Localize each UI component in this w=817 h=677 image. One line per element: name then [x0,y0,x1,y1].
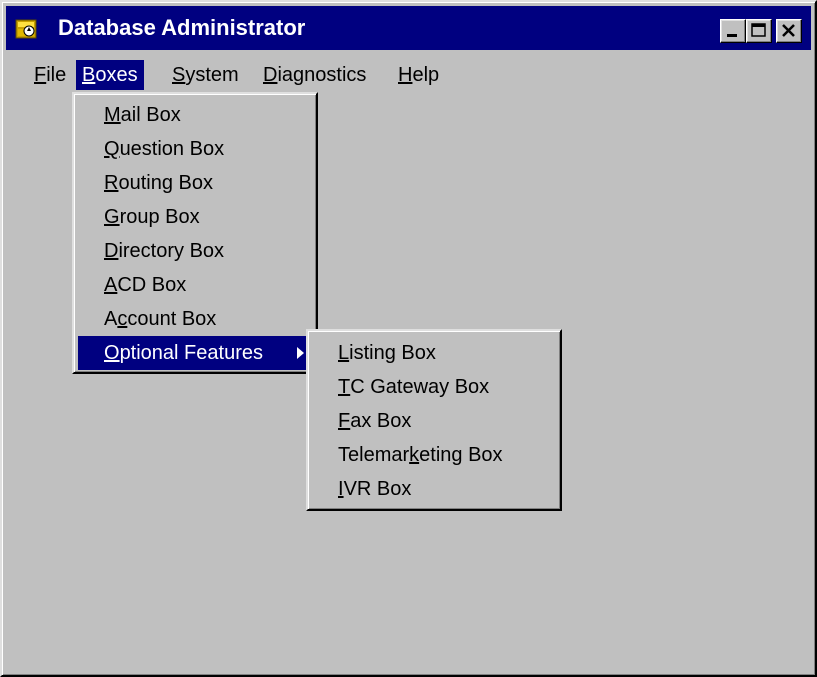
minimize-icon [727,34,737,37]
menu-item-label-post: eting Box [419,444,503,466]
menu-bar: File Boxes System Diagnostics Help [6,58,811,92]
menu-item-label: Group Box [104,200,200,234]
menu-item-account-box[interactable]: Account Box [78,302,312,336]
menu-item-label-post: isting Box [349,342,436,364]
menu-item-mail-box[interactable]: Mail Box [78,98,312,132]
menu-system-label: ystem [185,64,239,86]
menu-item-label-post: VR Box [343,478,412,500]
menu-help-label: elp [412,64,440,86]
menu-item-label: Directory Box [104,234,224,268]
menu-item-accel: D [104,240,119,262]
menu-item-listing-box[interactable]: Listing Box [312,336,556,370]
menu-item-accel: R [104,172,119,194]
menu-item-label: Optional Features [104,336,263,370]
menu-boxes[interactable]: Boxes [76,60,144,90]
maximize-icon [751,23,766,37]
close-icon [782,24,795,37]
menu-item-label: Account Box [104,302,216,336]
window-title: Database Administrator [58,15,306,40]
menu-item-label-post: roup Box [119,206,200,228]
menu-item-accel: c [117,308,128,330]
menu-item-optional-features[interactable]: Optional Features [78,336,312,370]
menu-item-accel: F [338,410,351,432]
menu-item-accel: L [338,342,350,364]
menu-item-tc-gateway-box[interactable]: TC Gateway Box [312,370,556,404]
menu-item-accel: T [338,376,351,398]
menu-boxes-accel: B [82,64,96,86]
menu-item-label: Fax Box [338,404,411,438]
menu-item-question-box[interactable]: Question Box [78,132,312,166]
menu-item-routing-box[interactable]: Routing Box [78,166,312,200]
database-admin-icon [15,19,37,39]
boxes-dropdown-menu: Mail Box Question Box Routing Box Group … [72,92,318,374]
submenu-arrow-icon [297,347,304,359]
menu-diagnostics[interactable]: Diagnostics [257,60,372,90]
menu-item-accel: Q [104,138,120,160]
menu-system[interactable]: System [166,60,245,90]
menu-item-acd-box[interactable]: ACD Box [78,268,312,302]
menu-item-label-post: CD Box [117,274,187,296]
menu-item-group-box[interactable]: Group Box [78,200,312,234]
menu-item-accel: A [104,274,118,296]
menu-item-label-post: ail Box [120,104,181,126]
menu-item-label: Question Box [104,132,224,166]
menu-item-accel: O [104,342,120,364]
menu-help[interactable]: Help [392,60,445,90]
menu-item-ivr-box[interactable]: IVR Box [312,472,556,506]
menu-item-label-post: outing Box [118,172,213,194]
menu-item-accel: M [104,104,121,126]
menu-item-telemarketing-box[interactable]: Telemarketing Box [312,438,556,472]
menu-item-label: TC Gateway Box [338,370,489,404]
menu-item-label: Mail Box [104,98,181,132]
menu-diagnostics-accel: D [263,64,278,86]
menu-diagnostics-label: iagnostics [277,64,367,86]
menu-item-label: IVR Box [338,472,411,506]
menu-item-label-post: ptional Features [119,342,263,364]
menu-item-accel: G [104,206,120,228]
menu-file-accel: F [34,64,47,86]
menu-help-accel: H [398,64,413,86]
menu-item-label-post: irectory Box [118,240,225,262]
close-button[interactable] [776,19,802,43]
menu-item-label-post: count Box [127,308,217,330]
menu-item-label: Telemarketing Box [338,438,503,472]
minimize-button[interactable] [720,19,746,43]
menu-item-label-post: ax Box [350,410,412,432]
menu-system-accel: S [172,64,186,86]
menu-item-label-pre: Telemar [338,444,410,466]
menu-item-label: ACD Box [104,268,186,302]
menu-item-directory-box[interactable]: Directory Box [78,234,312,268]
menu-file-label: ile [46,64,67,86]
maximize-button[interactable] [746,19,772,43]
title-bar[interactable]: Database Administrator [6,6,811,50]
menu-item-fax-box[interactable]: Fax Box [312,404,556,438]
menu-item-label-post: uestion Box [119,138,225,160]
optional-features-submenu: Listing Box TC Gateway Box Fax Box Telem… [306,329,562,511]
menu-file[interactable]: File [28,60,72,90]
menu-boxes-label: oxes [95,64,138,86]
menu-item-label-post: C Gateway Box [350,376,490,398]
menu-item-accel: k [409,444,420,466]
menu-item-label: Listing Box [338,336,436,370]
menu-item-label-pre: A [104,308,118,330]
menu-item-label: Routing Box [104,166,213,200]
